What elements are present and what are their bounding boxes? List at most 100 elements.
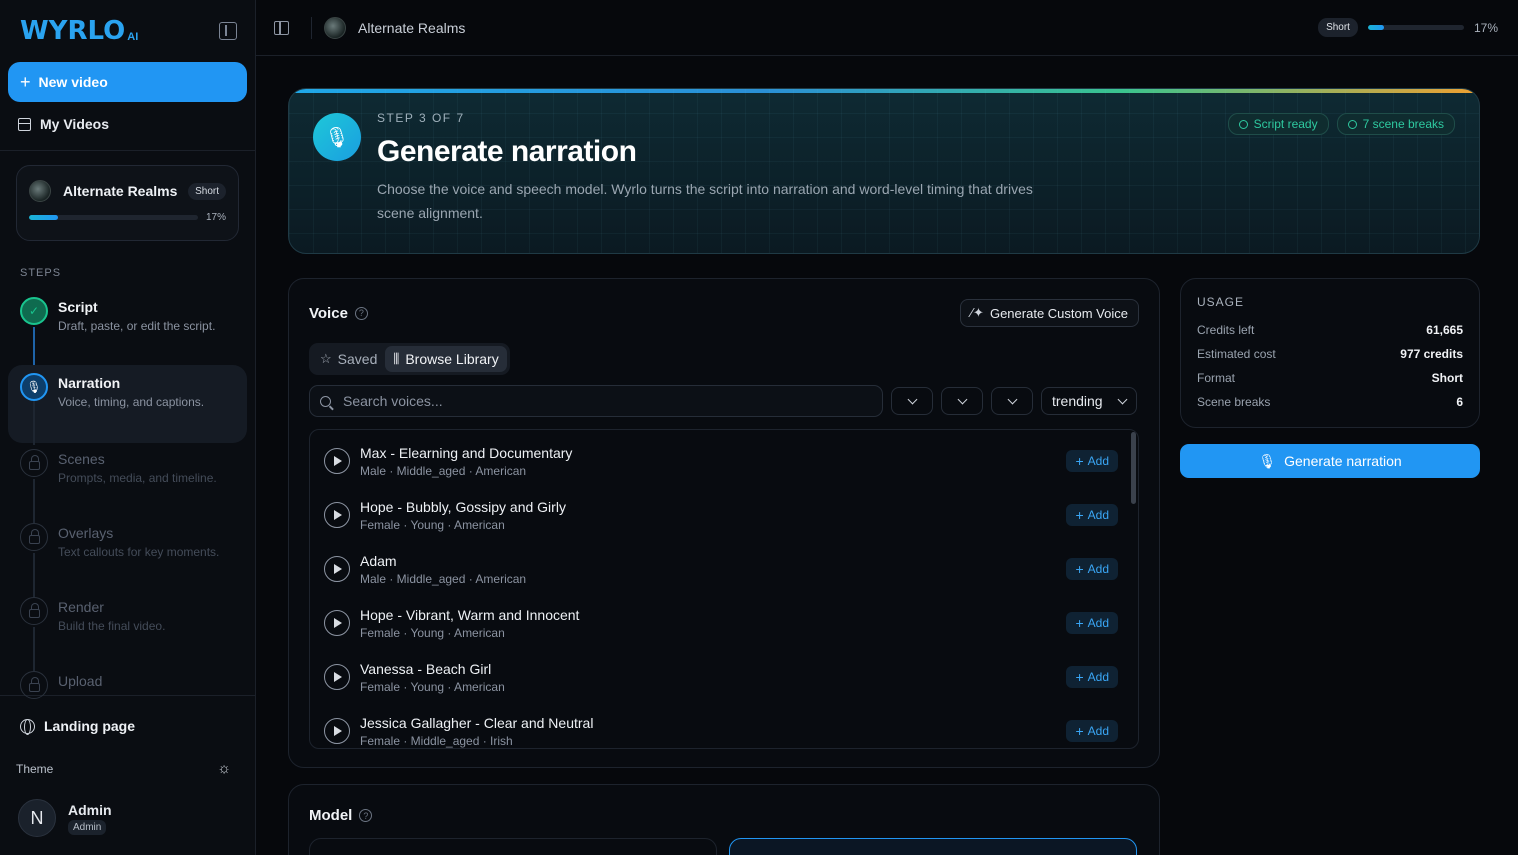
step-title: Render [58, 599, 104, 615]
usage-row: Estimated cost 977 credits [1197, 347, 1463, 371]
panel-icon[interactable] [274, 20, 289, 35]
step-narration[interactable]: 🎙 Narration Voice, timing, and captions. [8, 365, 247, 445]
add-voice-button[interactable]: + Add [1066, 666, 1118, 688]
search-input[interactable] [343, 393, 843, 409]
tab-label: Saved [337, 351, 378, 367]
scrollbar[interactable] [1131, 432, 1136, 504]
project-title: Alternate Realms [358, 19, 466, 36]
generate-narration-label: Generate narration [1284, 453, 1402, 469]
play-icon[interactable] [324, 448, 350, 474]
new-video-label: New video [38, 74, 108, 90]
step-desc: Text callouts for key moments. [58, 545, 220, 559]
play-icon[interactable] [324, 556, 350, 582]
step-title: Narration [58, 375, 121, 391]
divider [311, 16, 312, 39]
step-title: Script [58, 299, 98, 315]
grid-icon [18, 117, 31, 131]
play-icon[interactable] [324, 502, 350, 528]
model-card: Model ? [288, 784, 1160, 855]
status-tags: Script ready 7 scene breaks [1227, 113, 1455, 135]
project-card[interactable]: Alternate Realms Short 17% [16, 165, 239, 241]
microphone-icon: 🎙 [1258, 452, 1277, 469]
model-option-selected[interactable] [729, 838, 1137, 855]
my-videos-link[interactable]: My Videos [0, 102, 255, 146]
plus-icon: + [1075, 615, 1084, 631]
filter-dropdown-3[interactable] [991, 387, 1033, 415]
step-title: Scenes [58, 451, 105, 467]
add-voice-button[interactable]: + Add [1066, 612, 1118, 634]
lock-icon [20, 449, 48, 477]
sort-dropdown[interactable]: trending [1041, 387, 1137, 415]
sun-icon[interactable]: ☼ [217, 760, 231, 777]
list-item[interactable]: Jessica Gallagher - Clear and Neutral Fem… [310, 704, 1138, 748]
model-option[interactable] [309, 838, 717, 855]
voice-tabs: ☆ Saved ⫼ Browse Library [309, 343, 510, 375]
list-item[interactable]: Max - Elearning and Documentary Male · Mi… [310, 434, 1138, 488]
usage-row: Format Short [1197, 371, 1463, 395]
my-videos-label: My Videos [40, 116, 109, 132]
plus-icon: + [1075, 561, 1084, 577]
sort-value: trending [1052, 393, 1103, 409]
voice-meta: Female · Young · American [360, 517, 505, 532]
generate-custom-voice-button[interactable]: ⁄✦ Generate Custom Voice [959, 299, 1139, 327]
top-progress-fill [1367, 25, 1385, 30]
usage-column: USAGE Credits left 61,665 Estimated cost 9… [1180, 278, 1480, 855]
search-icon [320, 395, 331, 407]
help-icon[interactable]: ? [359, 809, 373, 822]
list-item[interactable]: Hope - Bubbly, Gossipy and Girly Female ·… [310, 488, 1138, 542]
add-voice-button[interactable]: + Add [1066, 504, 1118, 526]
logo[interactable]: WYRLO AI [20, 16, 138, 46]
sidebar-footer: Landing page Theme ☼ N Admin Admin [0, 695, 255, 855]
step-script[interactable]: ✓ Script Draft, paste, or edit the scrip… [8, 291, 247, 371]
microphone-icon: 🎙 [20, 373, 48, 401]
add-voice-button[interactable]: + Add [1066, 450, 1118, 472]
add-voice-button[interactable]: + Add [1066, 558, 1118, 580]
help-icon[interactable]: ? [354, 306, 368, 320]
collapse-sidebar-icon[interactable] [219, 22, 237, 40]
tab-saved[interactable]: ☆ Saved [312, 346, 385, 372]
project-thumbnail [29, 180, 51, 202]
star-icon: ☆ [320, 351, 332, 366]
usage-value: 61,665 [1426, 323, 1463, 337]
user-role-badge: Admin [68, 819, 107, 835]
step-desc: Prompts, media, and timeline. [58, 471, 217, 485]
lock-icon [20, 523, 48, 551]
play-icon[interactable] [324, 664, 350, 690]
plus-icon: + [1075, 669, 1084, 685]
add-label: Add [1087, 616, 1109, 630]
play-icon[interactable] [324, 610, 350, 636]
add-label: Add [1087, 562, 1109, 576]
top-progress-bar [1367, 25, 1464, 30]
project-progress-label: 17% [205, 212, 226, 223]
project-thumbnail [324, 16, 346, 39]
lock-icon [20, 671, 48, 699]
step-title: Overlays [58, 525, 114, 541]
voice-title-label: Voice [309, 304, 348, 322]
generate-narration-button[interactable]: 🎙 Generate narration [1180, 444, 1480, 478]
voice-list: Max - Elearning and Documentary Male · Mi… [309, 429, 1139, 749]
topbar: Alternate Realms Short 17% [256, 0, 1518, 56]
filter-dropdown-1[interactable] [891, 387, 933, 415]
top-progress-label: 17% [1473, 20, 1498, 35]
voice-filters: trending [309, 385, 1139, 417]
add-voice-button[interactable]: + Add [1066, 720, 1118, 742]
logo-text: WYRLO [20, 16, 126, 46]
logo-row: WYRLO AI [0, 0, 255, 62]
usage-value: 977 credits [1400, 347, 1463, 361]
divider [0, 150, 255, 151]
play-icon[interactable] [324, 718, 350, 744]
user-name: Admin [68, 801, 112, 818]
landing-page-link[interactable]: Landing page [0, 696, 255, 735]
landing-page-label: Landing page [44, 718, 135, 734]
list-item[interactable]: Hope - Vibrant, Warm and Innocent Female … [310, 596, 1138, 650]
voice-name: Hope - Bubbly, Gossipy and Girly [360, 498, 566, 515]
user-menu[interactable]: N Admin Admin [0, 777, 255, 837]
tab-browse-library[interactable]: ⫼ Browse Library [385, 346, 507, 372]
steps-heading: STEPS [20, 267, 62, 279]
filter-dropdown-2[interactable] [941, 387, 983, 415]
list-item[interactable]: Vanessa - Beach Girl Female · Young · Ame… [310, 650, 1138, 704]
list-item[interactable]: Adam Male · Middle_aged · American + Add [310, 542, 1138, 596]
usage-row: Credits left 61,665 [1197, 323, 1463, 347]
new-video-button[interactable]: + New video [8, 62, 247, 102]
voice-name: Hope - Vibrant, Warm and Innocent [360, 606, 580, 623]
